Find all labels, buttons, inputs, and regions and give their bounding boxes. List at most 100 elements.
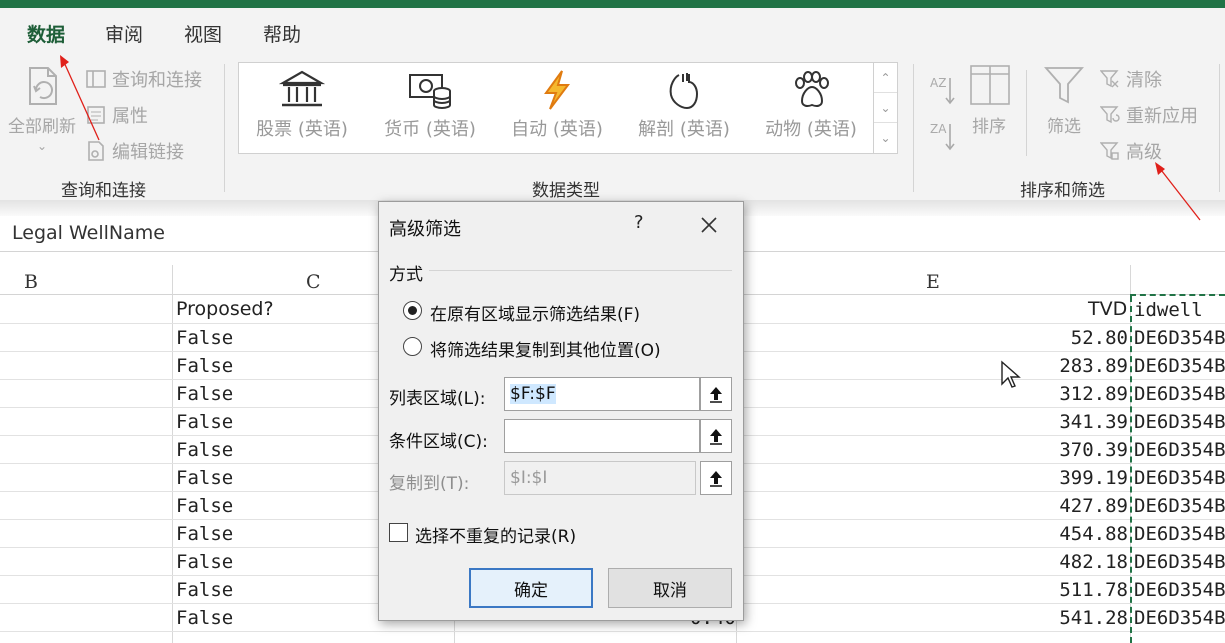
formula-bar-content: Legal WellName (12, 222, 165, 244)
list-range-input[interactable]: $F:$F (504, 377, 700, 411)
list-range-label: 列表区域(L): (389, 389, 486, 409)
cell-proposed[interactable]: False (176, 551, 233, 573)
collapse-dialog-icon (710, 429, 722, 445)
unique-records-checkbox[interactable] (389, 523, 408, 542)
cell-proposed[interactable]: False (176, 327, 233, 349)
column-header-e[interactable]: E (926, 271, 940, 293)
stocks-data-type[interactable]: 股票 (英语) (247, 69, 357, 141)
collapse-dialog-icon (710, 387, 722, 403)
title-bar-strip (0, 0, 1225, 8)
cell-proposed[interactable]: False (176, 439, 233, 461)
sort-descending-button[interactable]: ZA (928, 120, 956, 152)
gridline-vertical (172, 265, 173, 643)
sort-ascending-button[interactable]: AZ (928, 74, 956, 106)
copy-to-label: 复制到(T): (389, 474, 470, 494)
cell-idwell[interactable]: DE6D354BI (1134, 467, 1225, 489)
reapply-button[interactable]: 重新应用 (1100, 102, 1198, 128)
gallery-down-button[interactable]: ⌄ (874, 93, 897, 123)
currency-data-type[interactable]: 货币 (英语) (375, 69, 485, 141)
automatic-data-type[interactable]: 自动 (英语) (502, 69, 612, 141)
tab-data[interactable]: 数据 (27, 20, 65, 47)
cell-tvd[interactable]: 541.28 (960, 607, 1128, 629)
cell-tvd[interactable]: 454.88 (960, 523, 1128, 545)
cell-idwell[interactable]: DE6D354BI (1134, 327, 1225, 349)
cell-tvd[interactable]: 52.80 (960, 327, 1128, 349)
header-cell-tvd[interactable]: TVD (1088, 298, 1127, 320)
cell-idwell[interactable]: DE6D354BI (1134, 383, 1225, 405)
method-divider (429, 270, 732, 271)
cell-proposed[interactable]: False (176, 579, 233, 601)
cancel-button[interactable]: 取消 (608, 568, 732, 608)
cell-idwell[interactable]: DE6D354BI (1134, 439, 1225, 461)
list-range-collapse-button[interactable] (700, 377, 732, 411)
cell-proposed[interactable]: False (176, 607, 233, 629)
cell-tvd[interactable]: 399.19 (960, 467, 1128, 489)
cell-idwell[interactable]: DE6D354BI (1134, 411, 1225, 433)
radio-filter-in-place[interactable] (403, 301, 422, 320)
animals-data-type[interactable]: 动物 (英语) (756, 69, 866, 141)
cell-tvd[interactable]: 482.18 (960, 551, 1128, 573)
gallery-up-button[interactable]: ⌃ (874, 63, 897, 93)
data-types-group-label: 数据类型 (532, 181, 600, 201)
cell-tvd[interactable]: 283.89 (960, 355, 1128, 377)
cell-tvd[interactable]: 341.39 (960, 411, 1128, 433)
column-header-c[interactable]: C (306, 271, 321, 293)
bank-icon (279, 70, 325, 107)
criteria-range-input[interactable] (504, 419, 700, 453)
collapse-dialog-icon (710, 471, 722, 487)
header-cell-idwell[interactable]: idwell (1134, 299, 1203, 321)
unique-records-label[interactable]: 选择不重复的记录(R) (415, 522, 576, 547)
sort-label: 排序 (972, 117, 1006, 137)
anatomy-data-type[interactable]: 解剖 (英语) (629, 69, 739, 141)
cell-idwell[interactable]: DE6D354BI (1134, 523, 1225, 545)
tab-help[interactable]: 帮助 (263, 20, 301, 47)
cell-proposed[interactable]: False (176, 355, 233, 377)
ok-button[interactable]: 确定 (469, 568, 593, 608)
annotation-arrow-icon (1155, 162, 1201, 221)
cell-tvd[interactable]: 312.89 (960, 383, 1128, 405)
sort-button[interactable]: 排序 (962, 64, 1016, 137)
data-types-gallery: 股票 (英语) 货币 (英语) 自动 (英语) 解剖 (英语) 动物 (英语) … (238, 62, 898, 154)
cell-tvd[interactable]: 427.89 (960, 495, 1128, 517)
clear-filter-icon (1100, 70, 1119, 88)
ribbon-separator (1219, 64, 1220, 192)
queries-connections-label: 查询和连接 (112, 70, 202, 91)
radio-copy-to-location[interactable] (403, 337, 422, 356)
clear-filter-label: 清除 (1126, 70, 1162, 91)
cell-proposed[interactable]: False (176, 383, 233, 405)
help-button[interactable]: ? (634, 212, 644, 233)
criteria-range-collapse-button[interactable] (700, 419, 732, 453)
animals-label: 动物 (英语) (765, 119, 857, 140)
ribbon: 全部刷新 ⌄ 查询和连接 属性 编辑链接 查询和连接 股票 (英语) 货币 (英… (0, 54, 1225, 201)
cell-proposed[interactable]: False (176, 411, 233, 433)
copy-marquee (1130, 294, 1225, 296)
cell-proposed[interactable]: False (176, 467, 233, 489)
tab-view[interactable]: 视图 (184, 20, 222, 47)
stocks-label: 股票 (英语) (256, 119, 348, 140)
query-group-label: 查询和连接 (61, 181, 146, 201)
reapply-label: 重新应用 (1126, 106, 1198, 127)
clear-filter-button[interactable]: 清除 (1100, 66, 1162, 92)
cell-proposed[interactable]: False (176, 495, 233, 517)
header-cell-proposed[interactable]: Proposed? (176, 298, 274, 320)
cell-idwell[interactable]: DE6D354BI (1134, 579, 1225, 601)
copy-to-location-label[interactable]: 将筛选结果复制到其他位置(O) (430, 336, 661, 361)
cell-idwell[interactable]: DE6D354BI (1134, 607, 1225, 629)
list-range-value: $F:$F (510, 384, 556, 404)
tab-review[interactable]: 审阅 (105, 20, 143, 47)
cell-proposed[interactable]: False (176, 523, 233, 545)
cell-tvd[interactable]: 370.39 (960, 439, 1128, 461)
filter-in-place-label[interactable]: 在原有区域显示筛选结果(F) (430, 300, 640, 325)
column-header-b[interactable]: B (24, 271, 38, 293)
cell-tvd[interactable]: 511.78 (960, 579, 1128, 601)
filter-button[interactable]: 筛选 (1036, 64, 1092, 137)
edit-links-label: 编辑链接 (112, 142, 184, 163)
cell-idwell[interactable]: DE6D354BI (1134, 551, 1225, 573)
cell-idwell[interactable]: DE6D354BI (1134, 355, 1225, 377)
gallery-more-button[interactable]: ⌄ (874, 123, 897, 153)
cell-idwell[interactable]: DE6D354BI (1134, 495, 1225, 517)
gallery-scroll: ⌃ ⌄ ⌄ (873, 63, 897, 153)
close-icon[interactable] (697, 213, 721, 237)
cancel-label: 取消 (653, 580, 687, 601)
ribbon-separator (913, 64, 914, 192)
